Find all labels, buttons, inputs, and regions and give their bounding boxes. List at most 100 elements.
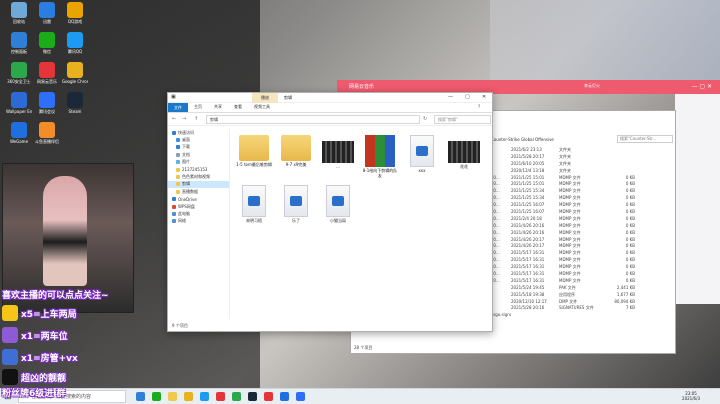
table-row[interactable]: x0... 2021/4/26 20:17 MDMP 文件 0 KB: [491, 243, 677, 250]
file-item[interactable]: 小猫当局: [320, 185, 356, 223]
desktop-icon[interactable]: 腾讯QQ: [62, 32, 88, 54]
taskbar-clock[interactable]: 23:05 2021/6/3: [682, 391, 700, 401]
tab-share[interactable]: 共享: [214, 104, 222, 110]
table-row[interactable]: x0... 2021/4/26 20:16 MDMP 文件 0 KB: [491, 230, 677, 237]
table-row[interactable]: x0... 2021/5/17 16:31 MDMP 文件 0 KB: [491, 278, 677, 285]
taskbar-app-icon[interactable]: [184, 392, 193, 401]
file-item[interactable]: 花花: [446, 135, 482, 169]
nav-item[interactable]: 快速访问: [168, 129, 229, 136]
desktop-icon[interactable]: 斗鱼直播伴侣: [34, 122, 60, 144]
table-row[interactable]: x0... 2021/5/17 16:31 MDMP 文件 0 KB: [491, 250, 677, 257]
taskbar-app-icon[interactable]: [264, 392, 273, 401]
taskbar-app-icon[interactable]: [136, 392, 145, 401]
desktop-icon[interactable]: 迅雷: [34, 2, 60, 24]
refresh-icon[interactable]: ↻: [423, 116, 427, 122]
table-row[interactable]: csgo.signatures: [491, 312, 677, 319]
search-input[interactable]: 搜索"剪辑": [434, 115, 491, 124]
table-row[interactable]: 2021/5/24 19:45 PAK 文件 2,441 KB: [491, 285, 677, 292]
desktop-icon[interactable]: 回收站: [6, 2, 32, 24]
nav-item[interactable]: 图片: [168, 159, 229, 166]
nav-item[interactable]: 色色素材和视频: [168, 173, 229, 180]
desktop-icon[interactable]: QQ游戏: [62, 2, 88, 24]
nav-item[interactable]: 直播数据: [168, 188, 229, 195]
help-icon[interactable]: ?: [478, 104, 480, 109]
file-item[interactable]: 8-1给向下剪辑的队友: [362, 135, 398, 178]
desktop-icon-label: QQ游戏: [67, 19, 83, 24]
desktop-icon[interactable]: 微信: [34, 32, 60, 54]
nav-item[interactable]: 剪辑: [168, 180, 229, 189]
video-file-icon: [322, 141, 354, 163]
maximize-button[interactable]: ▢: [465, 94, 470, 100]
table-row[interactable]: x0... 2021/1/25 15:01 MDMP 文件 0 KB: [491, 175, 677, 182]
table-row[interactable]: x0... 2021/1/25 16:07 MDMP 文件 0 KB: [491, 209, 677, 216]
nav-item[interactable]: 网络: [168, 218, 229, 225]
table-row[interactable]: x0... 2021/4/26 20:16 MDMP 文件 0 KB: [491, 223, 677, 230]
table-row[interactable]: x0... 2021/1/25 15:34 MDMP 文件 0 KB: [491, 188, 677, 195]
close-button[interactable]: ✕: [482, 94, 486, 100]
table-cell: [491, 168, 511, 175]
table-row[interactable]: x0... 2021/1/25 15:34 MDMP 文件 0 KB: [491, 195, 677, 202]
file-item[interactable]: xxx: [404, 135, 440, 173]
tab-manage-play[interactable]: 播放: [252, 93, 278, 103]
table-row[interactable]: 2021/5/28 20:16 SIGNATURES 文件 7 KB: [491, 305, 677, 312]
table-row[interactable]: x0... 2021/1/25 15:01 MDMP 文件 0 KB: [491, 181, 677, 188]
table-row[interactable]: x0... 2021/5/17 16:31 MDMP 文件 0 KB: [491, 257, 677, 264]
address-bar[interactable]: 剪辑: [206, 115, 420, 124]
table-cell: x0...: [491, 181, 500, 187]
table-row[interactable]: 2020/12/4 13:18 文件夹: [491, 168, 677, 175]
desktop-icon[interactable]: 360安全卫士: [6, 62, 32, 84]
desktop-icon[interactable]: WeGame: [6, 122, 32, 144]
window-controls[interactable]: — ▢ ✕: [691, 83, 712, 90]
music-app-user[interactable]: 李云灯火: [584, 83, 600, 89]
taskbar-app-icon[interactable]: [216, 392, 225, 401]
minimize-button[interactable]: —: [448, 94, 453, 100]
taskbar-app-icon[interactable]: [296, 392, 305, 401]
nav-item[interactable]: OneDrive: [168, 196, 229, 203]
desktop-icon[interactable]: Google Chrome: [62, 62, 88, 84]
forward-icon[interactable]: →: [182, 116, 186, 122]
table-row[interactable]: 2021/6/2 23:13 文件夹: [491, 147, 677, 154]
tab-view[interactable]: 查看: [234, 104, 242, 110]
nav-item[interactable]: WPS网盘: [168, 203, 229, 210]
explorer-csgo-path[interactable]: Counter-Strike Global Offensive: [491, 137, 554, 142]
nav-item[interactable]: 2127245153: [168, 166, 229, 173]
taskbar-app-icon[interactable]: [200, 392, 209, 401]
tab-home[interactable]: 主页: [194, 104, 202, 110]
taskbar-app-icon[interactable]: [248, 392, 257, 401]
desktop-icon[interactable]: Wallpaper Engine: [6, 92, 32, 114]
table-row[interactable]: x0... 2021/2/4 20:18 MDMP 文件 0 KB: [491, 216, 677, 223]
taskbar-app-icon[interactable]: [232, 392, 241, 401]
nav-item[interactable]: 文档: [168, 151, 229, 158]
taskbar-app-icon[interactable]: [152, 392, 161, 401]
tab-video-tools[interactable]: 视频工具: [254, 104, 270, 110]
desktop-icon[interactable]: 网易云音乐: [34, 62, 60, 84]
tab-file[interactable]: 文件: [168, 103, 188, 112]
explorer-csgo-search[interactable]: 搜索"Counter-Str...: [617, 135, 673, 143]
nav-item[interactable]: 桌面: [168, 136, 229, 143]
table-cell: 文件夹: [559, 153, 571, 159]
file-item[interactable]: 乐了: [278, 185, 314, 223]
table-cell: 7 KB: [625, 305, 635, 311]
nav-item[interactable]: 此电脑: [168, 210, 229, 217]
desktop-icon[interactable]: 控制面板: [6, 32, 32, 54]
table-row[interactable]: 2021/5/28 20:17 文件夹: [491, 154, 677, 161]
explorer-titlebar[interactable]: ▣ 播放 剪辑 — ▢ ✕: [168, 93, 492, 103]
table-cell: 2,441 KB: [616, 284, 635, 290]
taskbar-app-icon[interactable]: [280, 392, 289, 401]
desktop-icon[interactable]: 腾讯会议: [34, 92, 60, 114]
desktop-icon[interactable]: Steam: [62, 92, 88, 114]
table-row[interactable]: 2021/6/10 20:05 文件夹: [491, 161, 677, 168]
file-item[interactable]: 宋明习梧: [236, 185, 272, 223]
up-icon[interactable]: ↑: [194, 116, 198, 122]
table-row[interactable]: x0... 2021/5/17 16:31 MDMP 文件 0 KB: [491, 264, 677, 271]
taskbar-app-icon[interactable]: [168, 392, 177, 401]
table-row[interactable]: x0... 2021/4/26 20:17 MDMP 文件 0 KB: [491, 237, 677, 244]
file-item[interactable]: 1-5 tom最后唯剪辑: [236, 135, 272, 167]
file-item[interactable]: 9-7 x9完美: [278, 135, 314, 167]
table-row[interactable]: x0... 2021/5/17 16:31 MDMP 文件 0 KB: [491, 271, 677, 278]
nav-item[interactable]: 下载: [168, 144, 229, 151]
table-row[interactable]: 2021/5/18 19:38 应用程序 1,677 KB: [491, 292, 677, 299]
back-icon[interactable]: ←: [172, 116, 176, 122]
table-row[interactable]: x0... 2021/1/25 16:07 MDMP 文件 0 KB: [491, 202, 677, 209]
file-item[interactable]: ...: [320, 135, 356, 169]
